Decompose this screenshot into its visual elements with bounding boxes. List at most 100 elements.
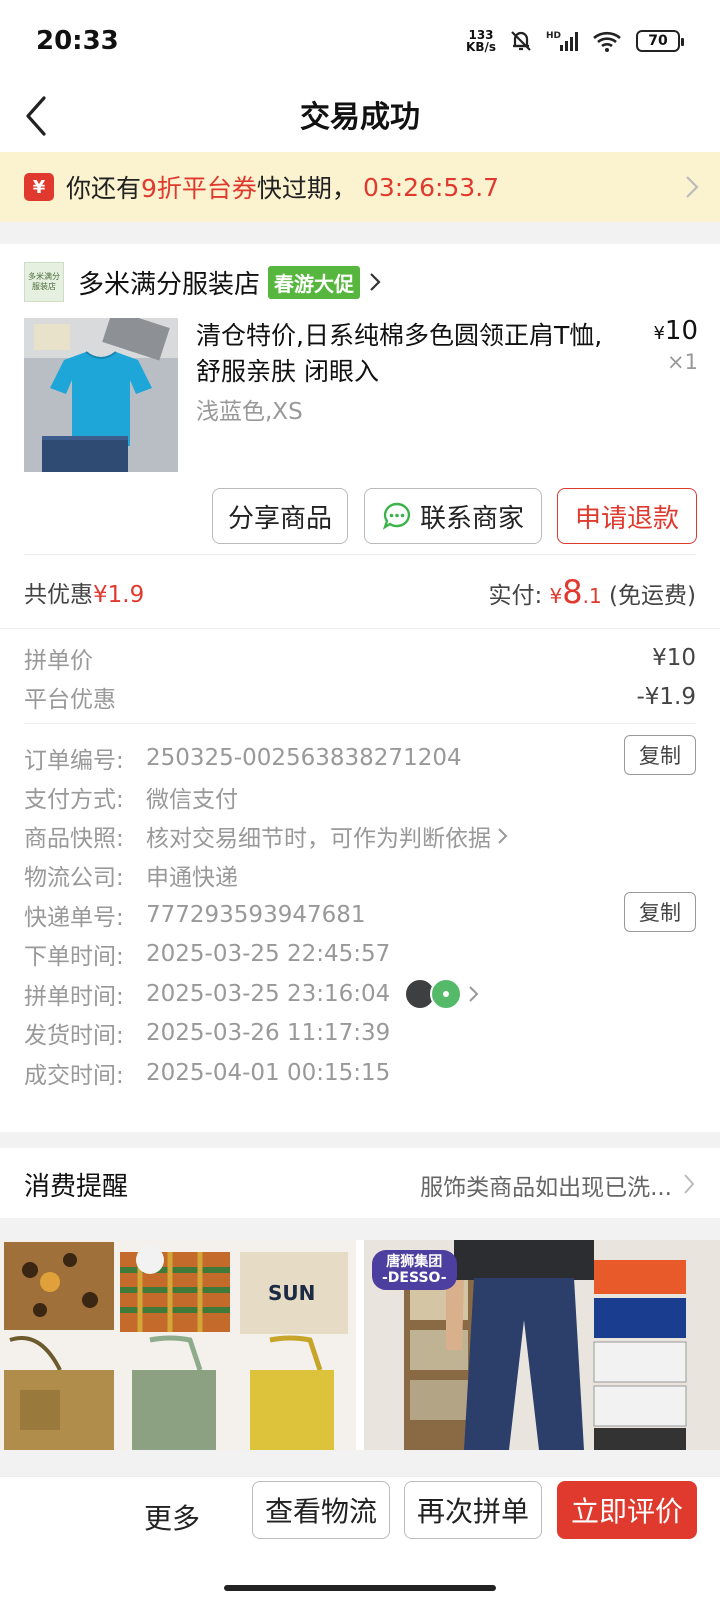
divider <box>0 628 720 629</box>
bottom-action-bar: 更多 查看物流 再次拼单 立即评价 <box>0 1476 720 1602</box>
product-image[interactable] <box>24 318 178 472</box>
page-title: 交易成功 <box>300 100 420 135</box>
group-price-row: 拼单价 ¥10 <box>24 639 696 677</box>
paid-summary: 实付: ¥8.1 (免运费) <box>488 573 696 611</box>
share-product-button[interactable]: 分享商品 <box>212 488 348 544</box>
courier-row: 物流公司: 申通快递 <box>24 856 696 894</box>
ship-time-label: 发货时间: <box>24 1023 124 1049</box>
group-time-row[interactable]: 拼单时间: 2025-03-25 23:16:04 <box>24 975 696 1013</box>
ship-time-row: 发货时间: 2025-03-26 11:17:39 <box>24 1014 696 1052</box>
bags-photo: SUN <box>0 1240 356 1450</box>
copy-tracking-number-button[interactable]: 复制 <box>624 892 696 932</box>
title-bar: 交易成功 <box>0 82 720 152</box>
shop-logo: 多米满分服装店 <box>24 262 64 302</box>
request-refund-button[interactable]: 申请退款 <box>557 488 697 544</box>
contact-seller-label: 联系商家 <box>419 503 524 534</box>
consumption-reminder[interactable]: 消费提醒 服饰类商品如出现已洗... <box>0 1148 720 1218</box>
tracking-number-row: 快递单号: 777293593947681 复制 <box>24 892 696 934</box>
paid-symbol: ¥ <box>549 584 563 608</box>
status-time: 20:33 <box>36 26 119 56</box>
wifi-icon <box>593 31 621 52</box>
price-symbol: ¥ <box>653 323 665 344</box>
brand-badge-line2: -DESSO- <box>382 1270 447 1286</box>
promo-tag: 春游大促 <box>268 265 361 299</box>
chevron-right-icon <box>498 828 508 844</box>
status-bar: 20:33 133 KB/s HD 70 <box>0 0 720 82</box>
payment-method-row: 支付方式: 微信支付 <box>24 778 696 816</box>
coupon-suffix: 快过期， <box>256 174 357 203</box>
discount-label: 共优惠 <box>24 582 93 608</box>
reorder-button[interactable]: 再次拼单 <box>404 1481 542 1539</box>
mute-bell-icon <box>511 31 531 51</box>
shop-row[interactable]: 多米满分服装店 多米满分服装店 春游大促 <box>0 258 720 306</box>
group-members[interactable] <box>404 978 463 1010</box>
network-speed-unit: KB/s <box>466 40 496 54</box>
group-time-label: 拼单时间: <box>24 984 124 1010</box>
order-time-value: 2025-03-25 22:45:57 <box>146 941 391 967</box>
paid-label: 实付: <box>488 583 543 609</box>
network-speed: 133 KB/s <box>466 29 496 53</box>
coupon-expiry-banner[interactable]: ¥ 你还有 9折平台券 快过期， 03:26:53.7 <box>0 152 720 222</box>
payment-method-value: 微信支付 <box>146 787 238 813</box>
chevron-right-icon <box>469 986 479 1002</box>
order-detail-page: 20:33 133 KB/s HD 70 交易成功 ¥ 你还有 9折平台券 快过… <box>0 0 720 1602</box>
product-photo <box>24 318 178 472</box>
coupon-icon: ¥ <box>24 173 54 201</box>
group-price-label: 拼单价 <box>24 648 93 674</box>
chevron-right-icon <box>370 273 381 291</box>
copy-order-number-button[interactable]: 复制 <box>624 735 696 775</box>
payment-method-label: 支付方式: <box>24 787 124 813</box>
discount-value: ¥1.9 <box>93 582 145 608</box>
ship-time-value: 2025-03-26 11:17:39 <box>146 1020 391 1046</box>
battery-icon: 70 <box>636 30 684 52</box>
tracking-number-label: 快递单号: <box>24 905 124 931</box>
home-indicator[interactable] <box>224 1585 496 1591</box>
paid-integer: 8 <box>562 573 583 611</box>
review-now-button[interactable]: 立即评价 <box>557 1481 697 1539</box>
recommended-product-bags[interactable]: SUN <box>0 1240 356 1450</box>
order-number-row: 订单编号: 250325-002563838271204 复制 <box>24 735 696 777</box>
paid-decimal: .1 <box>582 584 602 608</box>
bag-text: SUN <box>268 1281 315 1305</box>
platform-discount-row: 平台优惠 -¥1.9 <box>24 678 696 716</box>
view-logistics-button[interactable]: 查看物流 <box>252 1481 390 1539</box>
group-price-value: ¥10 <box>652 645 696 671</box>
courier-label: 物流公司: <box>24 865 124 891</box>
product-spec: 浅蓝色,XS <box>196 399 303 425</box>
status-icons: 133 KB/s HD 70 <box>466 28 684 54</box>
chat-icon <box>382 502 411 530</box>
recommendation-grid: SUN 唐狮集团 -DESSO- <box>0 1240 720 1450</box>
deal-time-row: 成交时间: 2025-04-01 00:15:15 <box>24 1054 696 1092</box>
product-name[interactable]: 清仓特价,日系纯棉多色圆领正肩T恤,舒服亲肤 闭眼入 <box>196 318 616 390</box>
recommended-product-pants[interactable]: 唐狮集团 -DESSO- <box>364 1240 720 1450</box>
order-time-label: 下单时间: <box>24 944 124 970</box>
chevron-right-icon <box>684 1174 695 1194</box>
snapshot-row[interactable]: 商品快照: 核对交易细节时，可作为判断依据 <box>24 817 696 855</box>
coupon-highlight: 9折平台券 <box>141 174 257 203</box>
deal-time-value: 2025-04-01 00:15:15 <box>146 1060 391 1086</box>
brand-badge: 唐狮集团 -DESSO- <box>372 1250 457 1290</box>
divider <box>24 554 696 555</box>
svg-text:HD: HD <box>546 31 561 41</box>
divider <box>24 723 696 724</box>
order-number-label: 订单编号: <box>24 748 124 774</box>
payment-summary: 共优惠¥1.9 实付: ¥8.1 (免运费) <box>24 570 696 614</box>
group-time-value: 2025-03-25 23:16:04 <box>146 981 391 1007</box>
member-icon <box>443 991 450 997</box>
brand-badge-line1: 唐狮集团 <box>386 1254 443 1270</box>
platform-discount-value: -¥1.9 <box>636 684 696 710</box>
snapshot-value[interactable]: 核对交易细节时，可作为判断依据 <box>146 819 491 853</box>
product-price: ¥10 <box>653 316 698 346</box>
reminder-text: 服饰类商品如出现已洗... <box>420 1175 672 1201</box>
product-quantity: ×1 <box>667 350 698 374</box>
courier-value: 申通快递 <box>146 865 238 891</box>
shop-name[interactable]: 多米满分服装店 <box>78 264 260 301</box>
deal-time-label: 成交时间: <box>24 1063 124 1089</box>
discount-summary: 共优惠¥1.9 <box>24 575 144 609</box>
chevron-right-icon <box>686 176 699 198</box>
more-button[interactable]: 更多 <box>144 1497 200 1537</box>
order-card: 多米满分服装店 多米满分服装店 春游大促 清仓特价,日系纯棉多色圆领正肩T恤,舒… <box>0 244 720 1132</box>
shipping-note: (免运费) <box>609 583 696 609</box>
contact-seller-button[interactable]: 联系商家 <box>364 488 542 544</box>
reminder-title: 消费提醒 <box>24 1172 129 1202</box>
